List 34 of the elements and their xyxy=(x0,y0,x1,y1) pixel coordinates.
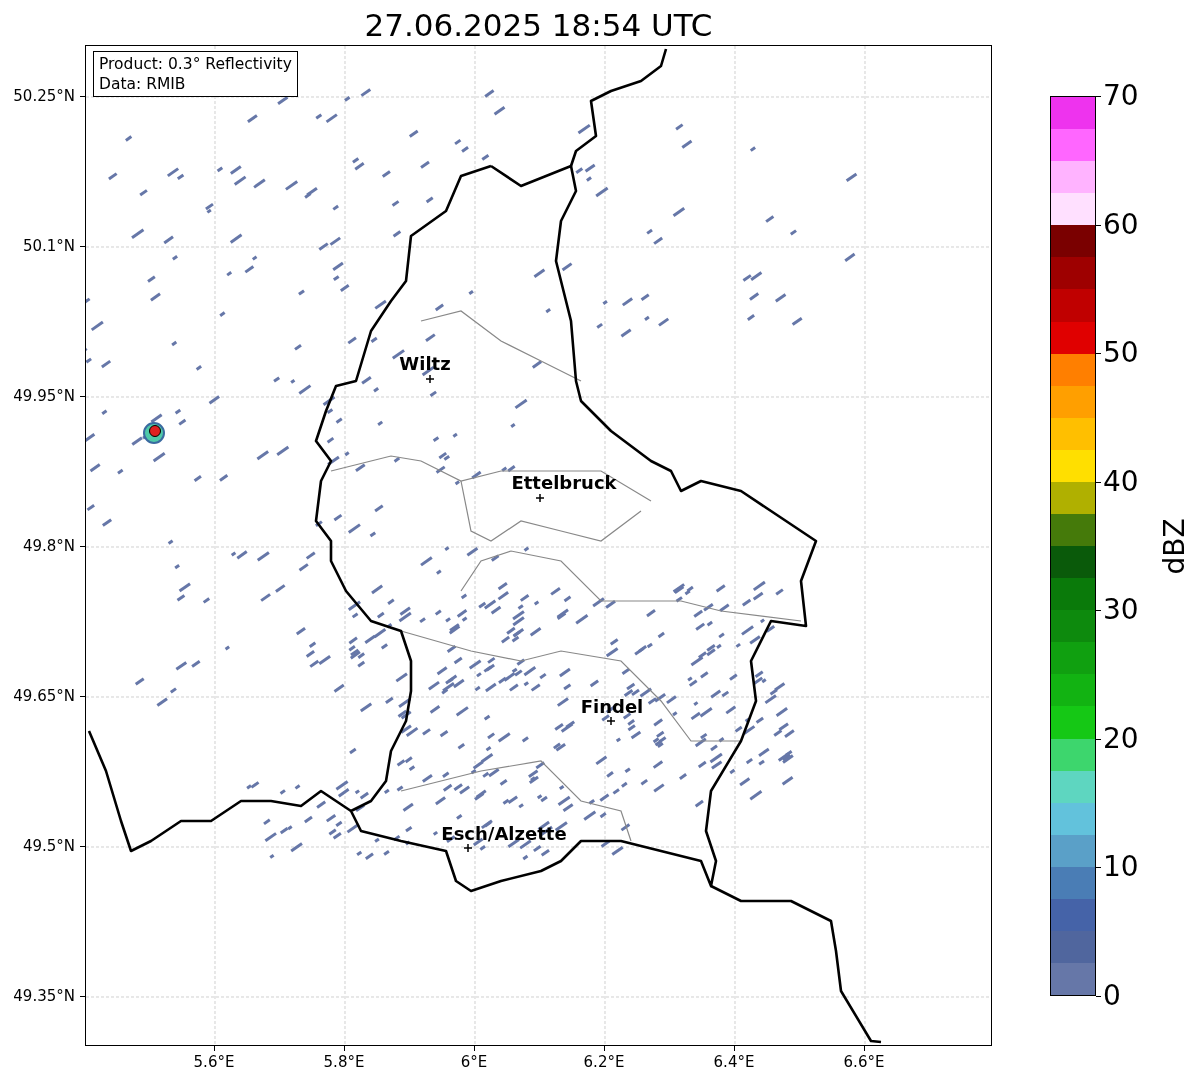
latitude-label: 49.35°N xyxy=(13,987,75,1005)
latitude-label: 50.1°N xyxy=(22,237,75,255)
scale-tick-label: 70 xyxy=(1103,80,1139,112)
latitude-label: 49.8°N xyxy=(22,537,75,555)
city-label: Findel xyxy=(580,695,644,717)
scale-axis-label: dBZ xyxy=(1157,517,1184,575)
city-label: Wiltz xyxy=(399,352,451,374)
scale-tick-label: 20 xyxy=(1103,722,1139,755)
chart-title: 27.06.2025 18:54 UTC xyxy=(364,6,713,45)
latitude-label: 50.25°N xyxy=(13,87,75,105)
legend-text: Data: RMIB xyxy=(99,74,187,94)
latitude-label: 49.65°N xyxy=(13,687,75,705)
scale-tick-label: 30 xyxy=(1103,594,1139,627)
city-marker-icon xyxy=(606,716,616,726)
city-marker-icon xyxy=(463,843,473,853)
scale-tick-label: 40 xyxy=(1103,465,1139,498)
scale-tick-label: 0 xyxy=(1103,980,1121,1012)
longitude-label: 6.4°E xyxy=(713,1053,755,1071)
legend-text: Product: 0.3° Reflectivity xyxy=(99,54,292,74)
scale-tick-label: 50 xyxy=(1103,337,1139,370)
scale-tick-label: 10 xyxy=(1103,851,1139,884)
longitude-label: 6.2°E xyxy=(583,1053,625,1071)
latitude-label: 49.5°N xyxy=(22,837,75,855)
latitude-label: 49.95°N xyxy=(13,387,75,405)
city-marker-icon xyxy=(425,374,435,384)
longitude-label: 6.6°E xyxy=(843,1053,885,1071)
city-label: Esch/Alzette xyxy=(441,822,567,844)
longitude-label: 5.6°E xyxy=(193,1053,235,1071)
radar-station-icon xyxy=(143,422,165,444)
longitude-label: 6°E xyxy=(460,1053,488,1071)
scale-tick-label: 60 xyxy=(1103,208,1139,241)
city-label: Ettelbruck xyxy=(511,471,617,493)
longitude-label: 5.8°E xyxy=(323,1053,365,1071)
city-marker-icon xyxy=(535,493,545,503)
